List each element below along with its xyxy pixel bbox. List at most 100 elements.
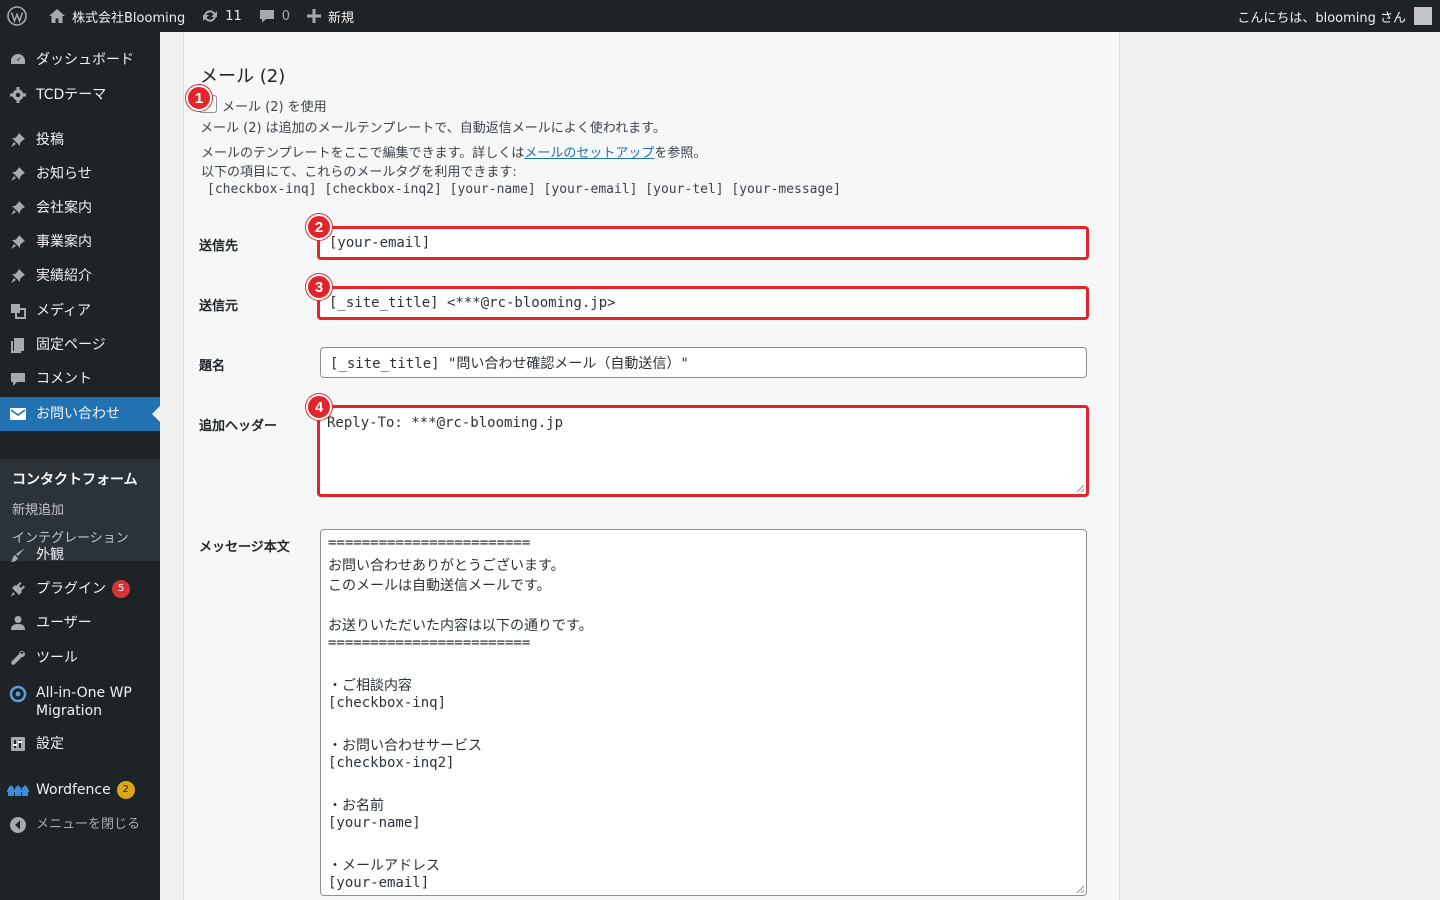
message-body-line: ・メールアドレス xyxy=(328,858,440,874)
menu-label: メディア xyxy=(36,303,92,319)
dashboard-icon xyxy=(0,51,36,69)
menu-label: 設定 xyxy=(36,736,64,752)
to-field[interactable]: [your-email] xyxy=(317,226,1089,260)
menu-pages[interactable]: 固定ページ xyxy=(0,332,160,358)
message-body-line: ======================== xyxy=(328,535,531,551)
edit-instructions-text: メールのテンプレートをここで編集できます。詳しくは xyxy=(201,146,525,161)
submenu-add-new[interactable]: 新規追加 xyxy=(12,499,64,518)
menu-dashboard[interactable]: ダッシュボード xyxy=(0,47,160,73)
pin-icon xyxy=(0,199,36,217)
mail-2-description: メール (2) は追加のメールテンプレートで、自動返信メールによく使われます。 xyxy=(200,121,666,136)
pin-icon xyxy=(0,165,36,183)
to-value: [your-email] xyxy=(329,235,431,251)
use-mail-2-label[interactable]: メール (2) を使用 xyxy=(222,96,327,115)
comment-bubble-icon xyxy=(259,10,274,23)
message-body-line: [your-name] xyxy=(328,815,421,831)
subject-field[interactable]: [_site_title] "問い合わせ確認メール（自動送信）" xyxy=(320,347,1087,378)
menu-plugins[interactable]: プラグイン 5 xyxy=(0,576,160,602)
menu-wordfence[interactable]: Wordfence 2 xyxy=(0,777,160,803)
from-value: [_site_title] <***@rc-blooming.jp> xyxy=(329,295,616,311)
menu-contact[interactable]: お問い合わせ xyxy=(0,397,160,431)
resize-handle-icon[interactable] xyxy=(1076,885,1084,893)
brush-icon xyxy=(0,546,36,564)
menu-media[interactable]: メディア xyxy=(0,298,160,324)
gear-icon xyxy=(0,86,36,104)
menu-comments[interactable]: コメント xyxy=(0,366,160,392)
collapse-icon xyxy=(0,816,36,834)
menu-label: 投稿 xyxy=(36,132,64,148)
comments-count: 0 xyxy=(281,8,291,24)
menu-all-in-one-migration[interactable]: All-in-One WP Migration xyxy=(0,684,160,722)
annotation-4-marker: 4 xyxy=(306,394,332,420)
additional-headers-textarea[interactable]: Reply-To: ***@rc-blooming.jp xyxy=(317,405,1089,497)
comment-icon xyxy=(0,370,36,388)
menu-label: Wordfence xyxy=(36,782,111,798)
menu-tcd-theme[interactable]: TCDテーマ xyxy=(0,82,160,108)
subject-label: 題名 xyxy=(199,359,226,374)
annotation-2-marker: 2 xyxy=(306,214,332,240)
body-label: メッセージ本文 xyxy=(199,540,290,555)
plugin-icon xyxy=(0,580,36,598)
site-name-link[interactable]: 株式会社Blooming xyxy=(40,0,193,32)
wordpress-logo-icon[interactable] xyxy=(0,0,34,32)
menu-label: コメント xyxy=(36,371,92,387)
menu-works[interactable]: 実績紹介 xyxy=(0,263,160,289)
plus-icon xyxy=(307,9,322,23)
menu-label: TCDテーマ xyxy=(36,87,107,103)
menu-label: プラグイン xyxy=(36,581,106,597)
menu-business[interactable]: 事業案内 xyxy=(0,229,160,255)
mail-tags-intro: 以下の項目にて、これらのメールタグを利用できます: xyxy=(201,165,517,180)
comments-link[interactable]: 0 xyxy=(250,0,298,32)
updates-link[interactable]: 11 xyxy=(193,0,250,32)
menu-label: 外観 xyxy=(36,547,64,563)
menu-label: ツール xyxy=(36,650,78,666)
menu-users[interactable]: ユーザー xyxy=(0,610,160,636)
admin-sidebar: ダッシュボード TCDテーマ 投稿 お知らせ 会社案内 事業案内 実績紹介 メデ… xyxy=(0,32,160,900)
message-body-line: [checkbox-inq2] xyxy=(328,755,455,771)
settings-icon xyxy=(0,735,36,753)
annotation-1-marker: 1 xyxy=(186,85,212,111)
mail-setup-link[interactable]: メールのセットアップ xyxy=(524,146,654,161)
from-field[interactable]: [_site_title] <***@rc-blooming.jp> xyxy=(317,286,1089,320)
message-body-line: ・ご相談内容 xyxy=(328,678,412,694)
new-label: 新規 xyxy=(328,10,355,26)
subject-value: [_site_title] "問い合わせ確認メール（自動送信）" xyxy=(330,355,689,372)
menu-news[interactable]: お知らせ xyxy=(0,161,160,187)
submenu-contact-forms[interactable]: コンタクトフォーム xyxy=(12,469,138,489)
resize-handle-icon[interactable] xyxy=(1076,484,1084,492)
message-body-textarea[interactable]: ======================== お問い合わせありがとうございます… xyxy=(320,529,1087,896)
menu-appearance[interactable]: 外観 xyxy=(0,542,160,568)
menu-label: お問い合わせ xyxy=(36,406,120,422)
message-body-line: ======================== xyxy=(328,635,531,651)
admin-bar: 株式会社Blooming 11 0 新規 こんにちは、blooming さん xyxy=(0,0,1440,32)
menu-label: 固定ページ xyxy=(36,337,106,353)
mail-icon xyxy=(0,405,36,423)
pin-icon xyxy=(0,131,36,149)
updates-count: 11 xyxy=(225,8,242,24)
menu-label: お知らせ xyxy=(36,166,92,182)
wordfence-icon xyxy=(0,782,36,798)
menu-tools[interactable]: ツール xyxy=(0,645,160,671)
menu-company[interactable]: 会社案内 xyxy=(0,195,160,221)
site-name: 株式会社Blooming xyxy=(72,10,186,26)
mail-tags-list: [checkbox-inq] [checkbox-inq2] [your-nam… xyxy=(207,182,841,197)
page-icon xyxy=(0,336,36,354)
collapse-menu-button[interactable]: メニューを閉じる xyxy=(0,812,160,838)
new-content-link[interactable]: 新規 xyxy=(298,0,362,32)
menu-posts[interactable]: 投稿 xyxy=(0,127,160,153)
menu-label-line1: All-in-One WP xyxy=(36,685,132,701)
headers-label: 追加ヘッダー xyxy=(199,419,278,434)
message-body-line: ・お問い合わせサービス xyxy=(328,738,482,754)
annotation-3-marker: 3 xyxy=(306,274,332,300)
pin-icon xyxy=(0,267,36,285)
from-label: 送信元 xyxy=(199,299,239,314)
message-body-line: このメールは自動送信メールです。 xyxy=(328,578,551,594)
my-account-link[interactable]: こんにちは、blooming さん xyxy=(1229,0,1440,32)
migration-icon xyxy=(0,684,36,703)
menu-label: ユーザー xyxy=(36,615,92,631)
pin-icon xyxy=(0,233,36,251)
edit-instructions-suffix: を参照。 xyxy=(654,146,707,161)
avatar xyxy=(1414,7,1432,25)
headers-value: Reply-To: ***@rc-blooming.jp xyxy=(327,415,564,431)
menu-settings[interactable]: 設定 xyxy=(0,731,160,757)
